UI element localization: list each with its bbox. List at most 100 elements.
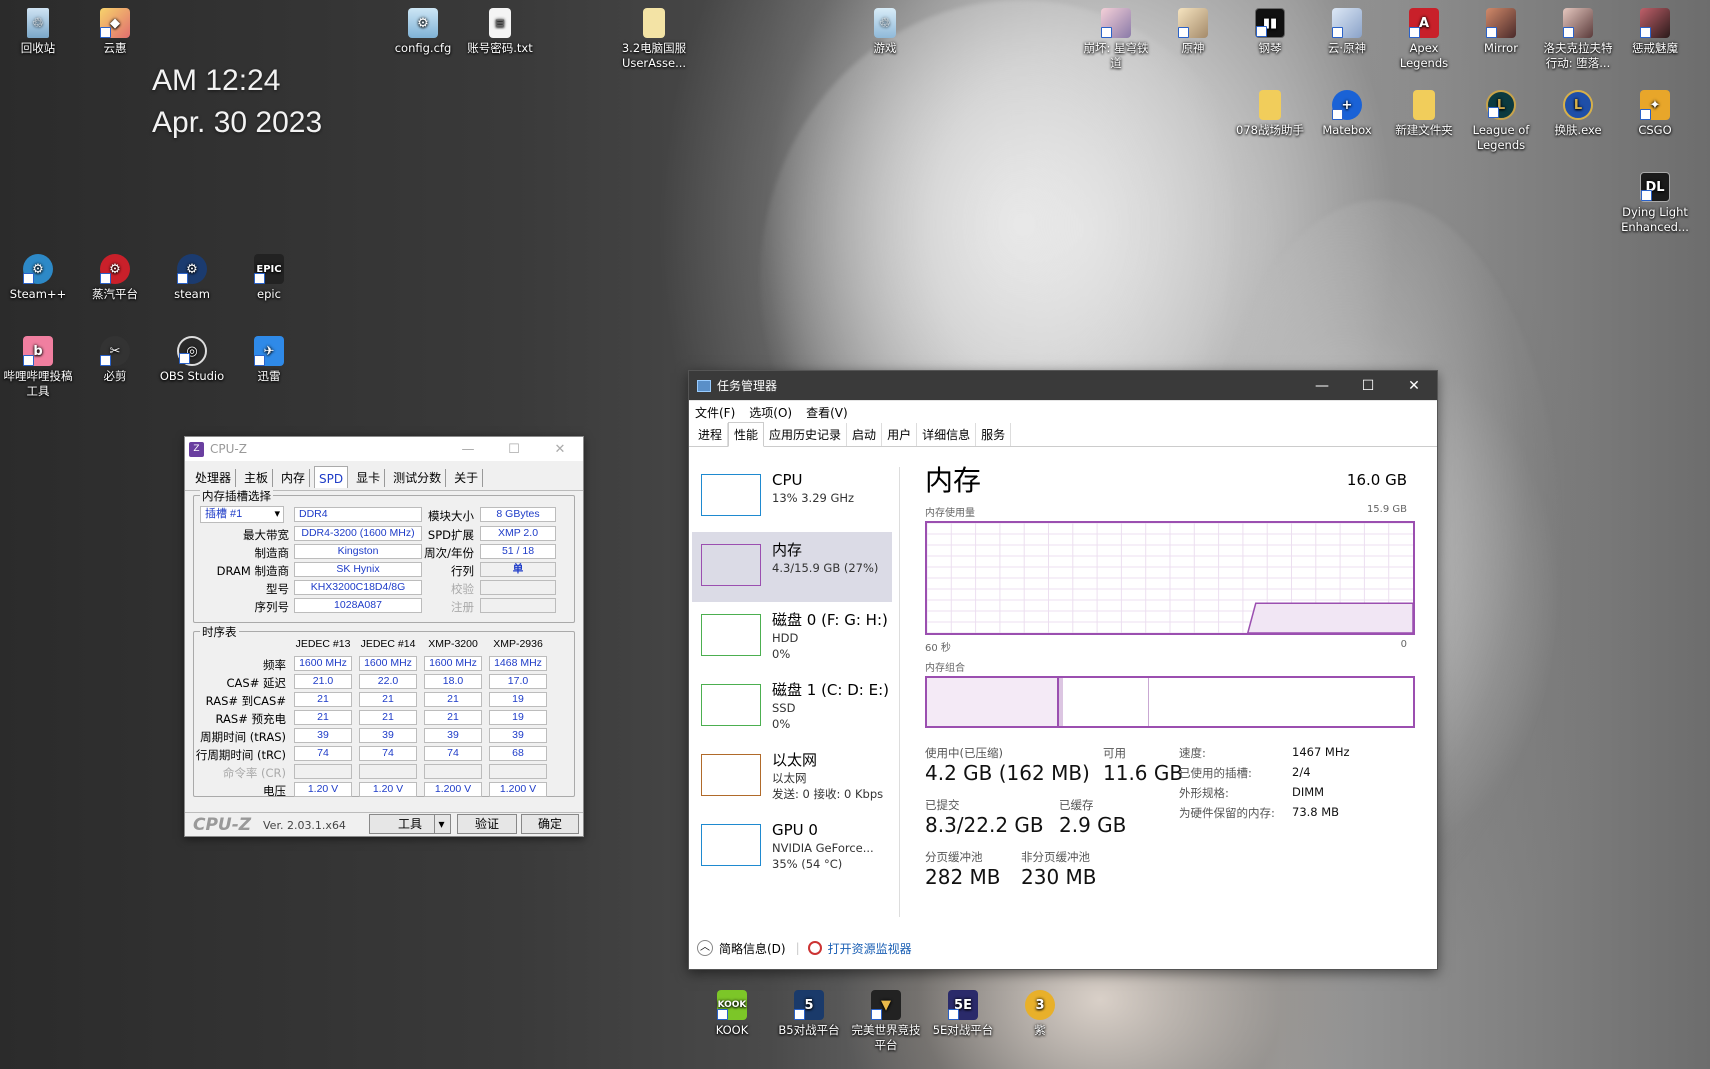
timing-cell [489,764,547,779]
cloud-yuanshen-icon [1332,8,1362,38]
desktop-icon-lol[interactable]: L League of Legends [1465,84,1537,153]
desktop-icon-cloud-yuanshen[interactable]: 云·原神 [1311,2,1383,56]
tab-users[interactable]: 用户 [882,423,918,446]
desktop-icon-config[interactable]: ⚙ config.cfg [387,2,459,56]
desktop-icon-apex[interactable]: A Apex Legends [1388,2,1460,71]
desktop-icon-steamcn[interactable]: ⚙ 蒸汽平台 [79,248,151,302]
desktop-icon-b5[interactable]: 5 B5对战平台 [773,984,845,1038]
desktop-icon-newfolder[interactable]: 新建文件夹 [1388,84,1460,138]
desktop-icon-gold[interactable]: 3紫 [1004,984,1076,1038]
ok-button[interactable]: 确定 [521,814,579,834]
desktop-icon-obs[interactable]: ◎ OBS Studio [156,330,228,384]
tab-details[interactable]: 详细信息 [917,423,977,446]
desktop-icon-dolls[interactable]: 洛夫克拉夫特 行动: 堕落... [1542,2,1614,71]
desktop-icon-mirror[interactable]: Mirror [1465,2,1537,56]
sidebar-item[interactable]: 内存 4.3/15.9 GB (27%) [692,532,892,602]
minimize-button[interactable]: — [1299,378,1345,394]
lol-icon: L [1486,90,1516,120]
tab-startup[interactable]: 启动 [847,423,883,446]
cpuz-footer: CPU-Z Ver. 2.03.1.x64 工具 ▾ 验证 确定 [185,812,583,836]
sidebar-item[interactable]: GPU 0 NVIDIA GeForce... 35% (54 °C) [692,812,892,882]
desktop-icon-userasse[interactable]: 3.2电脑国服 UserAsse... [618,2,690,71]
cpuz-app-icon: Z [189,441,204,457]
tab-processor[interactable]: 处理器 [191,469,237,487]
desktop-icon-yunhui[interactable]: ◆ 云惠 [79,2,151,56]
desktop-icon-recycle-bin[interactable]: ♲ 回收站 [2,2,74,56]
clock-date: Apr. 30 2023 [152,106,323,139]
tab-graphics[interactable]: 显卡 [352,469,386,487]
sidebar-item-text: GPU 0 NVIDIA GeForce... 35% (54 °C) [772,820,874,872]
desktop-icon-games[interactable]: ♲ 游戏 [849,2,921,56]
desktop-icon-steam[interactable]: ⚙ steam [156,248,228,302]
tab-spd[interactable]: SPD [314,466,349,488]
sidebar-item[interactable]: 磁盘 1 (C: D: E:) SSD 0% [692,672,892,742]
kook-icon: KOOK [717,990,747,1020]
obs-icon: ◎ [177,336,207,366]
composition-standby [1063,678,1149,726]
tab-bench[interactable]: 测试分数 [389,469,447,487]
form-factor-value: DIMM [1292,785,1325,799]
desktop-icon-piano[interactable]: ▮▮ 钢琴 [1234,2,1306,56]
sidebar-item-detail: 4.3/15.9 GB (27%) [772,561,879,575]
desktop-icon-account-txt[interactable]: ≡ 账号密码.txt [464,2,536,56]
tab-app-history[interactable]: 应用历史记录 [764,423,848,446]
desktop-icon-matebox[interactable]: + Matebox [1311,84,1383,138]
sidebar-item-detail: 发送: 0 接收: 0 Kbps [772,787,884,801]
resource-monitor-icon [807,941,822,955]
cpuz-titlebar[interactable]: Z CPU-Z — ☐ ✕ [185,437,583,461]
tab-about[interactable]: 关于 [450,469,484,487]
reg-value [480,598,556,613]
minimize-button[interactable]: — [445,442,491,457]
sidebar-item-label: CPU [772,471,803,489]
sidebar-item[interactable]: 以太网 以太网 发送: 0 接收: 0 Kbps [692,742,892,812]
desktop-icon-bili[interactable]: b 哔哩哔哩投稿 工具 [2,330,74,399]
desktop-icon-epic[interactable]: EPIC epic [233,248,305,302]
desktop-icon-helper078[interactable]: 078战场助手 [1234,84,1306,138]
epic-icon: EPIC [254,254,284,284]
sidebar-item[interactable]: CPU 13% 3.29 GHz [692,462,892,532]
desktop-icon-csgo[interactable]: ✦ CSGO [1619,84,1691,138]
tools-button[interactable]: 工具 ▾ [369,814,451,834]
sidebar-item-label: 磁盘 1 (C: D: E:) [772,681,889,699]
close-button[interactable]: ✕ [1391,378,1437,394]
fewer-details-link[interactable]: 简略信息(D) [719,940,786,957]
bijian-icon: ✂ [100,336,130,366]
desktop-icon-dying-light[interactable]: DL Dying Light Enhanced... [1619,166,1691,235]
menu-view[interactable]: 查看(V) [806,404,848,421]
spd-ext-label: SPD扩展 [427,528,474,542]
menu-options[interactable]: 选项(O) [749,404,792,421]
tab-processes[interactable]: 进程 [693,423,729,446]
timing-cell: 1.20 V [359,782,417,797]
timing-cell: 1.200 V [424,782,482,797]
close-button[interactable]: ✕ [537,442,583,457]
timing-cell: 39 [294,728,352,743]
cpuz-window[interactable]: Z CPU-Z — ☐ ✕ 处理器 主板 内存 SPD 显卡 测试分数 关于 内… [184,436,584,837]
tab-memory[interactable]: 内存 [277,469,311,487]
desktop-icon-steampp[interactable]: ⚙ Steam++ [2,248,74,302]
desktop-icon-honkai[interactable]: 崩坏: 星穹铁 道 [1080,2,1152,71]
slot-select[interactable]: 插槽 #1 ▾ [200,506,284,523]
sidebar-item-label: 磁盘 0 (F: G: H:) [772,611,888,629]
maximize-button[interactable]: ☐ [491,442,537,457]
menu-file[interactable]: 文件(F) [695,404,735,421]
open-resource-monitor-link[interactable]: 打开资源监视器 [828,940,912,957]
maximize-button[interactable]: ☐ [1345,378,1391,394]
desktop-icon-xunlei[interactable]: ✈ 迅雷 [233,330,305,384]
validate-button[interactable]: 验证 [457,814,517,834]
desktop-icon-5e[interactable]: 5E 5E对战平台 [927,984,999,1038]
task-manager-window[interactable]: 任务管理器 — ☐ ✕ 文件(F) 选项(O) 查看(V) 进程 性能 应用历史… [688,370,1438,970]
sidebar-item[interactable]: 磁盘 0 (F: G: H:) HDD 0% [692,602,892,672]
desktop-icon-bijian[interactable]: ✂ 必剪 [79,330,151,384]
tab-services[interactable]: 服务 [976,423,1012,446]
desktop-icon-dislike[interactable]: 惩戒魅魔 [1619,2,1691,56]
desktop-icon-kook[interactable]: KOOK KOOK [696,984,768,1038]
desktop-icon-skin[interactable]: L 换肤.exe [1542,84,1614,138]
chevron-up-icon[interactable]: ︿ [697,940,713,956]
cpuz-title: CPU-Z [210,442,247,456]
tab-mainboard[interactable]: 主板 [240,469,274,487]
usage-graph-max: 15.9 GB [1366,504,1407,515]
tab-performance[interactable]: 性能 [728,422,765,447]
desktop-icon-yuanshen[interactable]: 原神 [1157,2,1229,56]
tm-titlebar[interactable]: 任务管理器 — ☐ ✕ [689,371,1437,401]
desktop-icon-wanmei[interactable]: ▼ 完美世界竞技 平台 [850,984,922,1053]
